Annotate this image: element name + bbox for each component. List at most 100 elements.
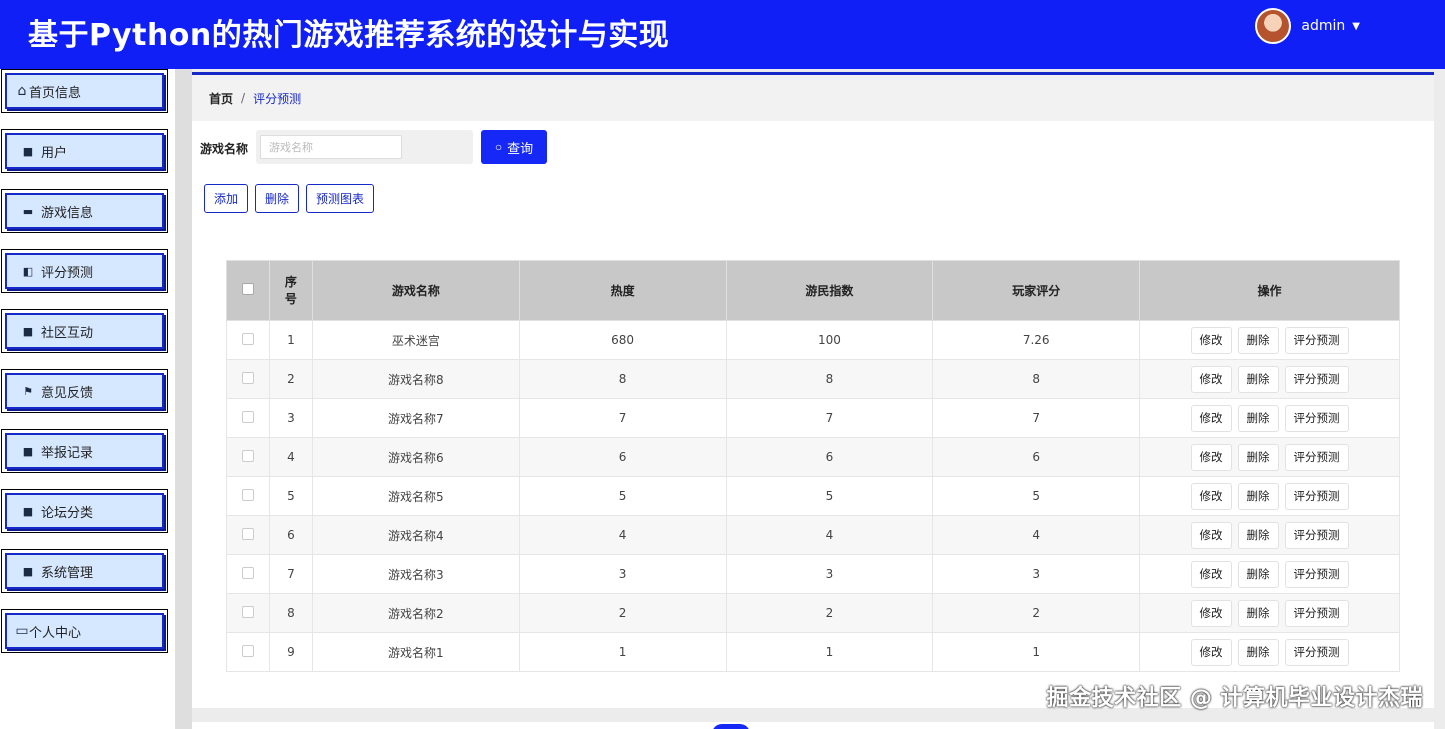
column-header-heat[interactable]: 热度 bbox=[518, 260, 727, 321]
row-checkbox[interactable] bbox=[241, 605, 254, 618]
row-select-cell[interactable] bbox=[226, 554, 270, 594]
cell-score: 5 bbox=[932, 476, 1141, 516]
edit-button[interactable]: 修改 bbox=[1190, 560, 1232, 588]
delete-row-button[interactable]: 删除 bbox=[1237, 404, 1279, 432]
delete-row-button[interactable]: 删除 bbox=[1237, 365, 1279, 393]
row-select-cell[interactable] bbox=[226, 593, 270, 633]
row-checkbox[interactable] bbox=[241, 410, 254, 423]
user-menu[interactable]: admin ▼ bbox=[1255, 8, 1360, 44]
breadcrumb-current: 评分预测 bbox=[253, 91, 302, 106]
table-row[interactable]: 7 游戏名称3 3 3 3 修改 删除 评分预测 bbox=[226, 554, 1400, 594]
grid-icon: ■ bbox=[22, 144, 34, 158]
column-header-index[interactable]: 游民指数 bbox=[725, 260, 934, 321]
sidebar-item-score-predict[interactable]: ◧ 评分预测 bbox=[1, 249, 168, 293]
delete-row-button[interactable]: 删除 bbox=[1237, 521, 1279, 549]
select-all-checkbox[interactable] bbox=[241, 283, 254, 295]
row-checkbox[interactable] bbox=[241, 332, 254, 345]
score-predict-button[interactable]: 评分预测 bbox=[1284, 599, 1349, 627]
row-select-cell[interactable] bbox=[226, 476, 270, 516]
sidebar: ⌂ 首页信息 ■ 用户 ▬ 游戏信息 ◧ 评分预测 ■ 社区互动 ⚑ 意见反馈 ■ 举报记录 … bbox=[0, 69, 175, 729]
table-row[interactable]: 3 游戏名称7 7 7 7 修改 删除 评分预测 bbox=[226, 398, 1400, 438]
column-header-score[interactable]: 玩家评分 bbox=[932, 260, 1141, 321]
search-input[interactable] bbox=[260, 135, 402, 159]
prediction-chart-button[interactable]: 预测图表 bbox=[306, 184, 375, 213]
sidebar-item-forum-category[interactable]: ■ 论坛分类 bbox=[1, 489, 168, 533]
row-checkbox[interactable] bbox=[241, 527, 254, 540]
table-row[interactable]: 2 游戏名称8 8 8 8 修改 删除 评分预测 bbox=[226, 359, 1400, 399]
score-predict-button[interactable]: 评分预测 bbox=[1284, 326, 1349, 354]
sidebar-item-community[interactable]: ■ 社区互动 bbox=[1, 309, 168, 353]
row-select-cell[interactable] bbox=[226, 359, 270, 399]
row-checkbox[interactable] bbox=[241, 644, 254, 657]
table-row[interactable]: 1 巫术迷宫 680 100 7.26 修改 删除 评分预测 bbox=[226, 320, 1400, 360]
table-row[interactable]: 5 游戏名称5 5 5 5 修改 删除 评分预测 bbox=[226, 476, 1400, 516]
cell-index: 1 bbox=[725, 632, 934, 672]
main-panel: 游戏名称 ○ 查询 添加 删除 预测图表 序号 游戏名称 热度 游民指数 玩 bbox=[192, 121, 1434, 708]
cell-name: 游戏名称3 bbox=[311, 554, 520, 594]
pagination-current-page[interactable] bbox=[712, 724, 750, 729]
select-all-cell[interactable] bbox=[226, 260, 270, 321]
row-select-cell[interactable] bbox=[226, 320, 270, 360]
column-header-label: 游民指数 bbox=[805, 284, 854, 298]
add-button[interactable]: 添加 bbox=[204, 184, 249, 213]
sidebar-item-system[interactable]: ■ 系统管理 bbox=[1, 549, 168, 593]
sidebar-item-reports[interactable]: ■ 举报记录 bbox=[1, 429, 168, 473]
delete-row-button[interactable]: 删除 bbox=[1237, 599, 1279, 627]
row-checkbox[interactable] bbox=[241, 488, 254, 501]
edit-button[interactable]: 修改 bbox=[1190, 599, 1232, 627]
delete-row-button[interactable]: 删除 bbox=[1237, 326, 1279, 354]
row-checkbox[interactable] bbox=[241, 449, 254, 462]
search-button[interactable]: ○ 查询 bbox=[481, 130, 547, 164]
score-predict-button[interactable]: 评分预测 bbox=[1284, 560, 1349, 588]
score-predict-button[interactable]: 评分预测 bbox=[1284, 482, 1349, 510]
edit-button[interactable]: 修改 bbox=[1190, 365, 1232, 393]
delete-row-button[interactable]: 删除 bbox=[1237, 482, 1279, 510]
chevron-down-icon[interactable]: ▼ bbox=[1352, 21, 1360, 32]
delete-row-button[interactable]: 删除 bbox=[1237, 443, 1279, 471]
row-select-cell[interactable] bbox=[226, 632, 270, 672]
edit-button[interactable]: 修改 bbox=[1190, 521, 1232, 549]
edit-button[interactable]: 修改 bbox=[1190, 443, 1232, 471]
delete-button[interactable]: 删除 bbox=[255, 184, 300, 213]
score-predict-button[interactable]: 评分预测 bbox=[1284, 521, 1349, 549]
cell-heat: 3 bbox=[518, 554, 727, 594]
column-header-no: 序号 bbox=[268, 260, 313, 321]
row-checkbox[interactable] bbox=[241, 566, 254, 579]
edit-button[interactable]: 修改 bbox=[1190, 404, 1232, 432]
score-predict-button[interactable]: 评分预测 bbox=[1284, 404, 1349, 432]
sidebar-item-game-info[interactable]: ▬ 游戏信息 bbox=[1, 189, 168, 233]
search-button-label: 查询 bbox=[507, 140, 534, 156]
avatar[interactable] bbox=[1255, 8, 1292, 44]
search-label: 游戏名称 bbox=[200, 142, 249, 156]
row-select-cell[interactable] bbox=[226, 398, 270, 438]
sidebar-item-home[interactable]: ⌂ 首页信息 bbox=[1, 69, 168, 113]
sidebar-item-users[interactable]: ■ 用户 bbox=[1, 129, 168, 173]
grid-icon: ■ bbox=[22, 564, 34, 578]
column-header-name[interactable]: 游戏名称 bbox=[311, 260, 520, 321]
row-select-cell[interactable] bbox=[226, 437, 270, 477]
column-header-label: 序号 bbox=[284, 274, 297, 306]
grid-icon: ■ bbox=[22, 324, 34, 338]
cell-name: 游戏名称8 bbox=[311, 359, 520, 399]
table-row[interactable]: 9 游戏名称1 1 1 1 修改 删除 评分预测 bbox=[226, 632, 1400, 672]
sidebar-item-profile[interactable]: ▭ 个人中心 bbox=[1, 609, 168, 653]
delete-row-button[interactable]: 删除 bbox=[1237, 638, 1279, 666]
cell-score: 7.26 bbox=[932, 320, 1141, 360]
table-row[interactable]: 8 游戏名称2 2 2 2 修改 删除 评分预测 bbox=[226, 593, 1400, 633]
edit-button[interactable]: 修改 bbox=[1190, 326, 1232, 354]
score-predict-button[interactable]: 评分预测 bbox=[1284, 638, 1349, 666]
edit-button[interactable]: 修改 bbox=[1190, 482, 1232, 510]
breadcrumb-home[interactable]: 首页 bbox=[209, 90, 233, 107]
cell-no: 2 bbox=[268, 359, 313, 399]
user-name[interactable]: admin bbox=[1301, 18, 1345, 34]
sidebar-item-feedback[interactable]: ⚑ 意见反馈 bbox=[1, 369, 168, 413]
score-predict-button[interactable]: 评分预测 bbox=[1284, 365, 1349, 393]
score-predict-button[interactable]: 评分预测 bbox=[1284, 443, 1349, 471]
row-select-cell[interactable] bbox=[226, 515, 270, 555]
row-checkbox[interactable] bbox=[241, 371, 254, 384]
delete-row-button[interactable]: 删除 bbox=[1237, 560, 1279, 588]
cell-index: 6 bbox=[725, 437, 934, 477]
edit-button[interactable]: 修改 bbox=[1190, 638, 1232, 666]
table-row[interactable]: 6 游戏名称4 4 4 4 修改 删除 评分预测 bbox=[226, 515, 1400, 555]
table-row[interactable]: 4 游戏名称6 6 6 6 修改 删除 评分预测 bbox=[226, 437, 1400, 477]
